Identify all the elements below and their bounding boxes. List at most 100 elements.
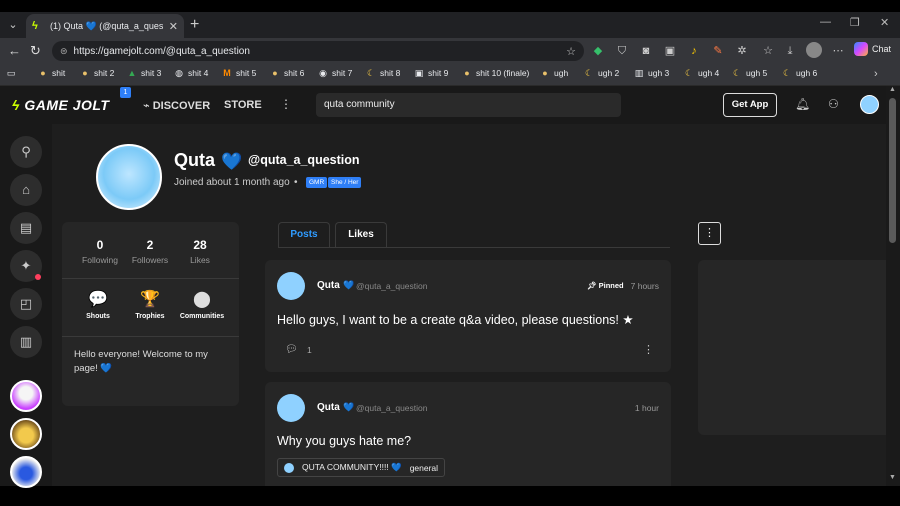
- store-link[interactable]: STORE: [224, 99, 262, 111]
- close-tab-icon[interactable]: ✕: [169, 20, 178, 33]
- divider: [62, 278, 239, 279]
- new-tab-icon[interactable]: +: [190, 16, 199, 34]
- extension-gray-icon[interactable]: ▣: [662, 43, 678, 59]
- gamejolt-logo[interactable]: ϟ GAME JOLT: [12, 97, 109, 113]
- post-username[interactable]: Quta: [317, 280, 340, 291]
- profile-icon[interactable]: [806, 42, 822, 58]
- stat-following[interactable]: 0 Following: [75, 238, 125, 265]
- communities-button[interactable]: ⬤ Communities: [174, 290, 230, 320]
- community-avatar[interactable]: [10, 456, 42, 488]
- bookmark-item[interactable]: ● shit 2: [80, 68, 114, 78]
- copilot-chat-button[interactable]: Chat: [854, 42, 891, 56]
- stat-followers[interactable]: 2 Followers: [125, 238, 175, 265]
- rail-discover-icon[interactable]: ⚲: [10, 136, 42, 168]
- community-avatar[interactable]: [10, 380, 42, 412]
- pin-icon: 📌︎: [587, 281, 597, 290]
- tab-search-icon[interactable]: ⌄: [6, 18, 20, 32]
- tab-posts[interactable]: Posts: [278, 222, 330, 248]
- banana-icon: ☾: [782, 68, 792, 78]
- stat-likes[interactable]: 28 Likes: [175, 238, 225, 265]
- divider: [62, 336, 239, 337]
- rail-backpack-icon[interactable]: ▤: [10, 212, 42, 244]
- page-scrollbar[interactable]: ▲ ▼: [886, 86, 900, 486]
- bookmark-item[interactable]: Mshit 5: [222, 68, 256, 78]
- favorites-icon[interactable]: ☆: [760, 43, 776, 59]
- profile-avatar[interactable]: [96, 144, 162, 210]
- bookmark-item[interactable]: ☾ shit 8: [366, 68, 400, 78]
- pronouns-badge: She / Her: [328, 177, 362, 188]
- download-icon[interactable]: ⤓: [782, 43, 798, 59]
- get-app-button[interactable]: Get App: [723, 93, 777, 117]
- bookmark-item[interactable]: ▣ shit 9: [414, 68, 449, 78]
- bookmark-star-icon[interactable]: ☆: [566, 45, 576, 58]
- browser-tab[interactable]: ϟ (1) Quta 💙 (@quta_a_question) - G ✕: [26, 14, 184, 38]
- bookmarks-folder-icon[interactable]: ▭: [6, 68, 16, 78]
- post-handle: @quta_a_question: [356, 281, 428, 291]
- camera-icon[interactable]: ◙: [638, 43, 654, 59]
- rail-store-icon[interactable]: ⌂: [10, 174, 42, 206]
- bookmark-icon: ●: [82, 68, 88, 78]
- profile-more-button[interactable]: ⋮: [698, 222, 721, 245]
- tab-likes[interactable]: Likes: [335, 222, 387, 248]
- channel-name: general: [409, 462, 439, 473]
- more-vertical-icon[interactable]: ⋮: [280, 97, 292, 111]
- bookmark-icon: ●: [464, 68, 470, 78]
- bookmark-item[interactable]: ☾ ugh 2: [584, 68, 619, 78]
- post-avatar[interactable]: [277, 394, 305, 422]
- post-text: Hello guys, I want to be a create q&a vi…: [277, 313, 634, 327]
- maximize-icon[interactable]: ❐: [850, 16, 860, 29]
- reload-icon[interactable]: ↻: [30, 43, 41, 59]
- extensions-icon[interactable]: ✲: [734, 43, 750, 59]
- bookmark-item[interactable]: ● shit 10 (finale): [462, 68, 529, 78]
- post-card[interactable]: Quta 💙 @quta_a_question 📌︎ Pinned 7 hour…: [265, 260, 671, 372]
- scroll-up-icon[interactable]: ▲: [889, 86, 896, 93]
- shield-icon[interactable]: ⛉: [614, 43, 630, 59]
- rail-chat-icon[interactable]: ◰: [10, 288, 42, 320]
- left-rail: ⚲ ⌂ ▤ ✦ ◰ ▥: [0, 124, 52, 488]
- bookmark-item[interactable]: ● ugh: [540, 68, 568, 78]
- banana-icon: ☾: [584, 68, 594, 78]
- shouts-button[interactable]: 💬 Shouts: [70, 290, 126, 320]
- bookmark-item[interactable]: ◉ shit 7: [318, 68, 352, 78]
- bookmark-item[interactable]: ● shit 6: [270, 68, 304, 78]
- bookmark-item[interactable]: ☾ ugh 5: [732, 68, 767, 78]
- bookmark-item[interactable]: ● shit: [38, 68, 65, 78]
- site-info-icon[interactable]: ⊜: [60, 46, 68, 57]
- pen-icon[interactable]: ✎: [710, 43, 726, 59]
- post-username[interactable]: Quta: [317, 402, 340, 413]
- post-community-chip[interactable]: QUTA COMMUNITY!!!! 💙 general: [277, 458, 446, 477]
- post-card[interactable]: Quta 💙 @quta_a_question 1 hour Why you g…: [265, 382, 671, 486]
- profile-bio: Hello everyone! Welcome to my page! 💙: [74, 349, 208, 374]
- extension-yellow-icon[interactable]: ♪: [686, 43, 702, 59]
- bell-icon[interactable]: 🔔︎: [795, 97, 810, 111]
- scroll-thumb[interactable]: [889, 98, 896, 243]
- community-avatar[interactable]: [10, 418, 42, 450]
- rail-library-icon[interactable]: ▥: [10, 326, 42, 358]
- chevron-right-icon[interactable]: ›: [874, 68, 878, 80]
- extension-green-icon[interactable]: ◆: [590, 43, 606, 59]
- bookmark-icon: ●: [542, 68, 548, 78]
- post-avatar[interactable]: [277, 272, 305, 300]
- globe-icon: ◍: [175, 68, 183, 78]
- pinned-label: 📌︎ Pinned: [587, 281, 624, 290]
- post-more-icon[interactable]: ⋮: [643, 343, 654, 356]
- browser-titlebar: ⌄ ϟ (1) Quta 💙 (@quta_a_question) - G ✕ …: [0, 12, 900, 38]
- menu-dots-icon[interactable]: ⋯: [830, 43, 846, 59]
- scroll-down-icon[interactable]: ▼: [889, 474, 896, 481]
- bookmark-item[interactable]: ▥ ugh 3: [634, 68, 670, 78]
- discover-link[interactable]: ⌁ DISCOVER: [143, 99, 210, 112]
- trophies-button[interactable]: 🏆 Trophies: [122, 290, 178, 320]
- friends-icon[interactable]: ⚇: [828, 97, 839, 111]
- bookmark-item[interactable]: ▲ shit 3: [127, 68, 162, 78]
- back-icon[interactable]: ←: [8, 43, 21, 59]
- user-avatar[interactable]: [860, 95, 879, 114]
- close-window-icon[interactable]: ✕: [880, 16, 889, 29]
- post-time: 1 hour: [634, 403, 659, 413]
- comment-icon[interactable]: 💬︎: [285, 344, 298, 355]
- bookmark-item[interactable]: ◍ shit 4: [174, 68, 208, 78]
- bookmark-item[interactable]: ☾ ugh 6: [782, 68, 817, 78]
- search-input[interactable]: quta community: [316, 93, 621, 117]
- address-bar[interactable]: ⊜ https://gamejolt.com/@quta_a_question …: [52, 41, 584, 61]
- minimize-icon[interactable]: —: [820, 16, 831, 28]
- bookmark-item[interactable]: ☾ ugh 4: [684, 68, 719, 78]
